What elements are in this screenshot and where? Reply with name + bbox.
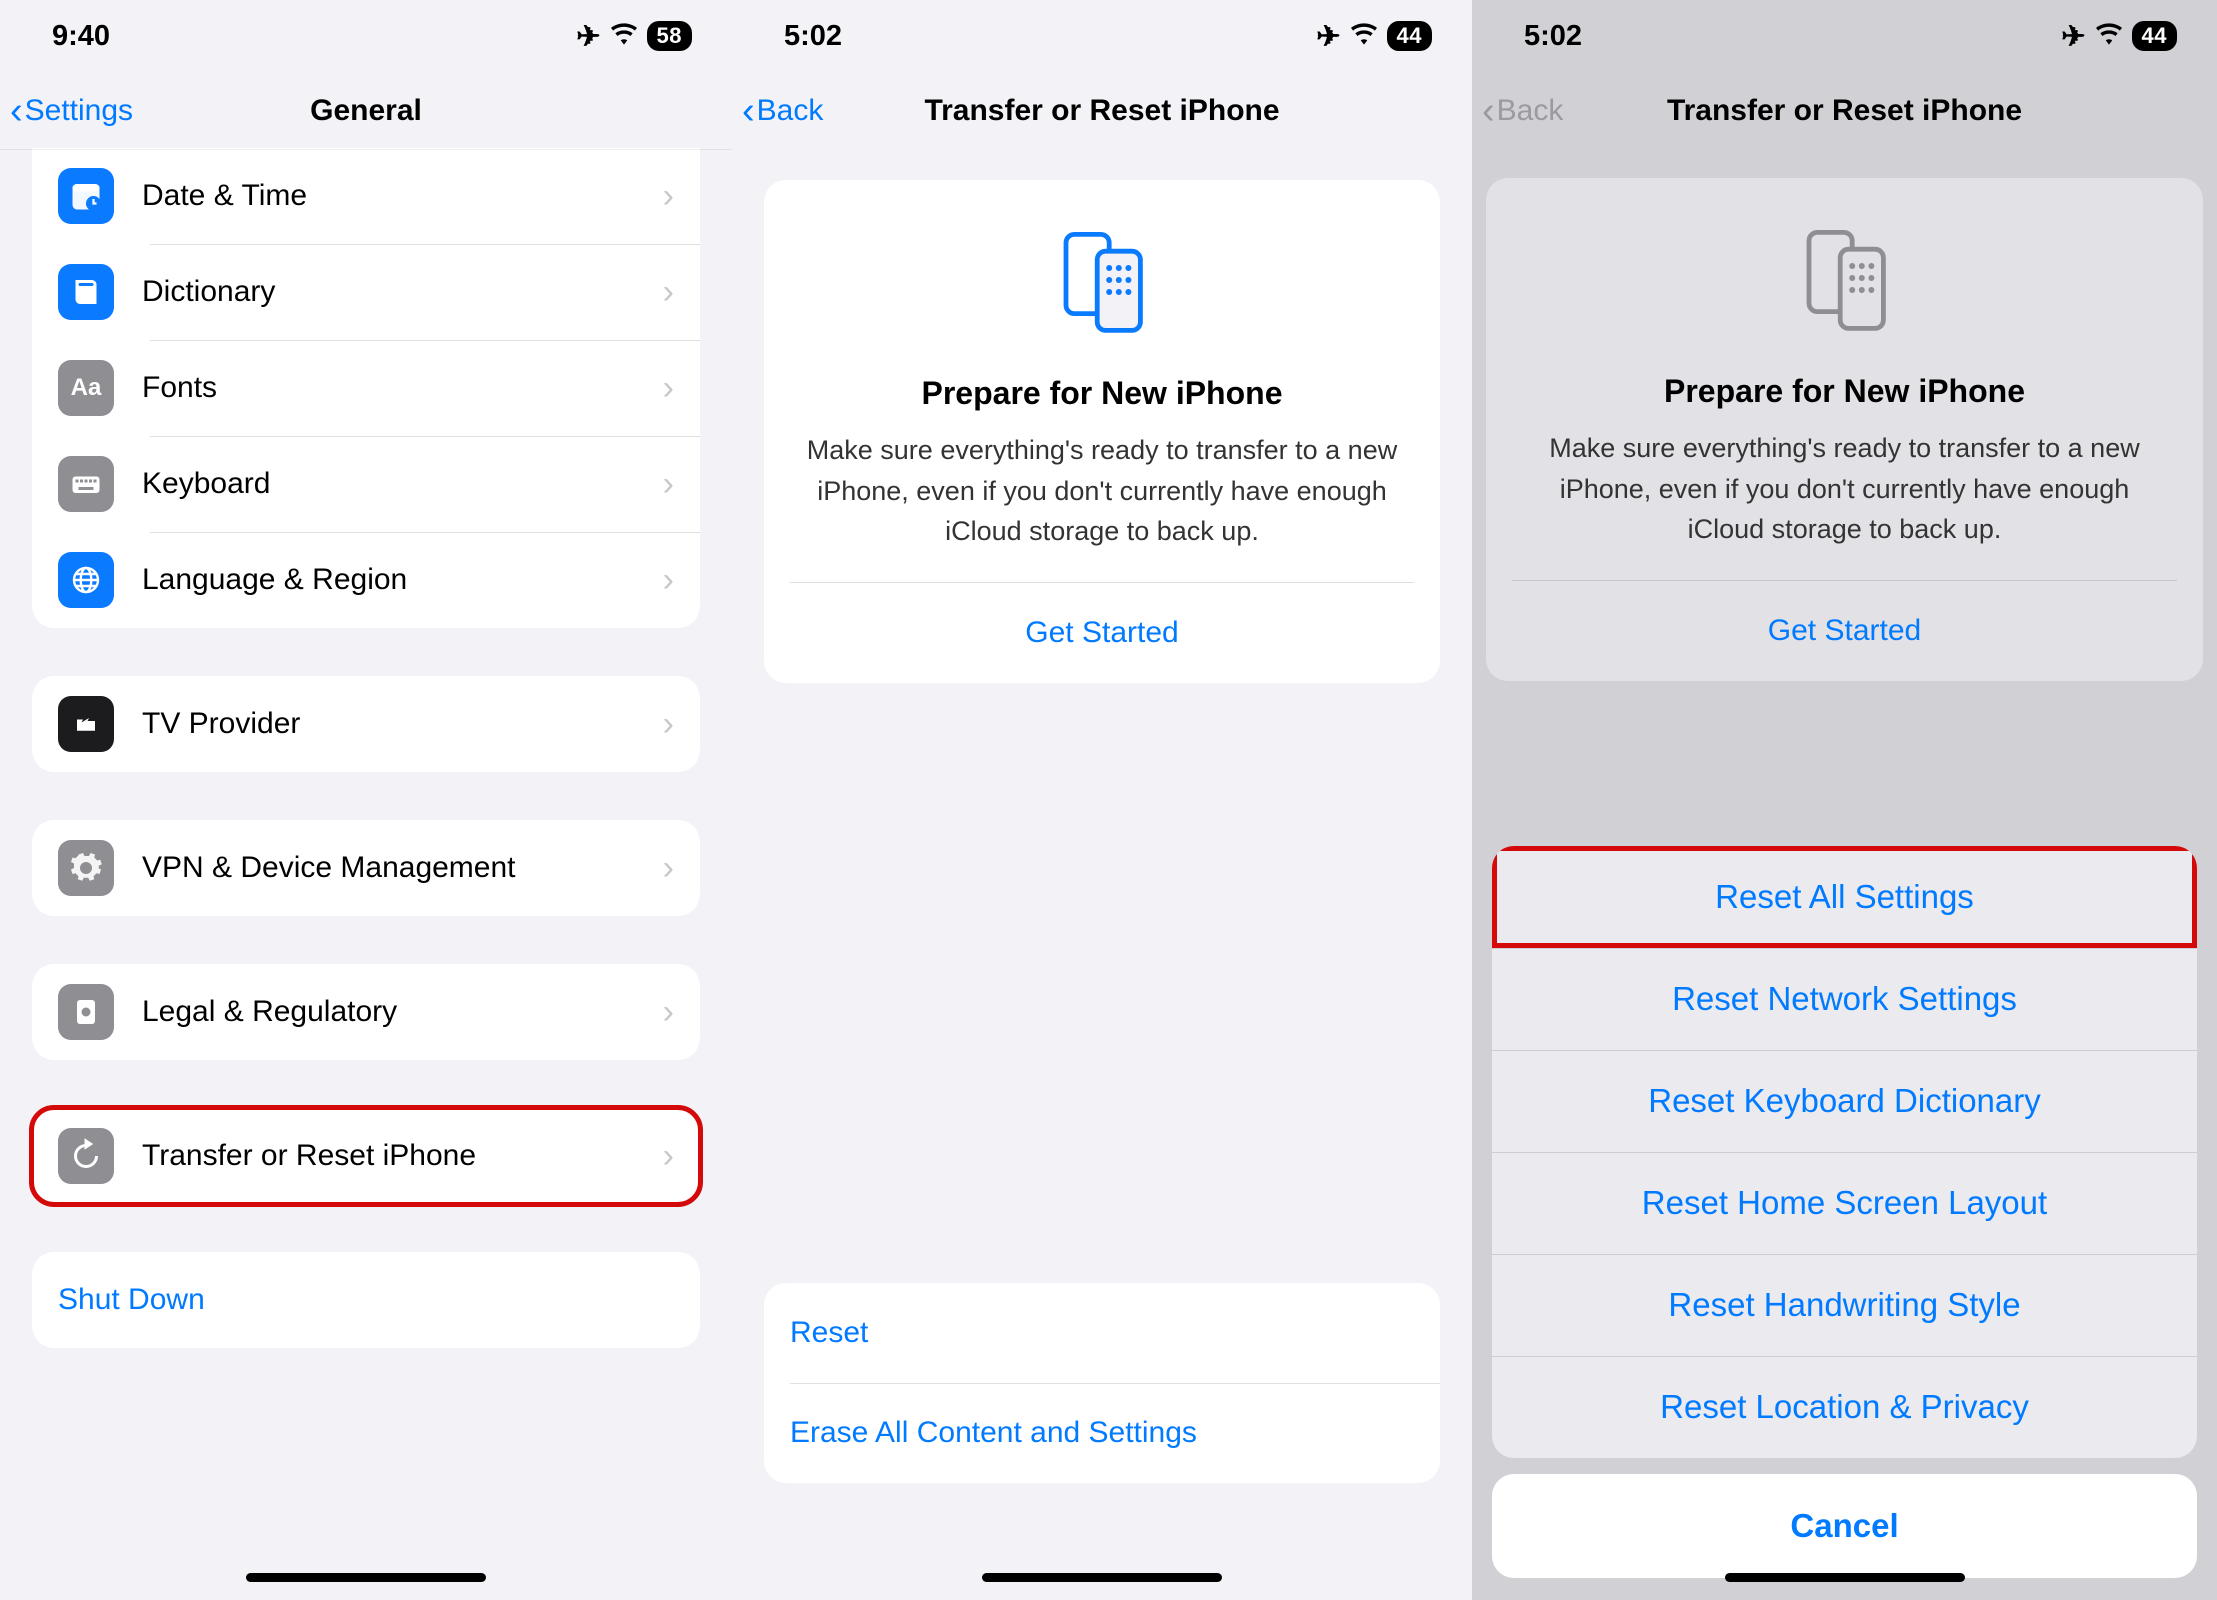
chevron-right-icon: › (663, 705, 674, 744)
row-tv-provider[interactable]: TV Provider › (32, 676, 700, 772)
option-label: Reset Handwriting Style (1668, 1286, 2020, 1324)
row-label: Legal & Regulatory (142, 995, 663, 1029)
row-label: Language & Region (142, 563, 663, 597)
home-indicator[interactable] (1725, 1573, 1965, 1582)
nav-back[interactable]: ‹ Back (742, 92, 823, 130)
row-label: Fonts (142, 371, 663, 405)
status-bar: 5:02 ✈︎ 44 (732, 0, 1472, 72)
chevron-right-icon: › (663, 177, 674, 216)
chevron-left-icon: ‹ (10, 92, 23, 130)
transfer-devices-icon (1042, 220, 1162, 340)
option-label: Reset Network Settings (1672, 980, 2017, 1018)
row-label: Transfer or Reset iPhone (142, 1139, 663, 1173)
reset-network-settings[interactable]: Reset Network Settings (1492, 948, 2197, 1050)
row-date-time[interactable]: Date & Time › (32, 148, 700, 244)
shutdown-label: Shut Down (58, 1283, 205, 1317)
reset-keyboard-dictionary[interactable]: Reset Keyboard Dictionary (1492, 1050, 2197, 1152)
home-indicator[interactable] (982, 1573, 1222, 1582)
nav-bar: ‹ Settings General (0, 72, 732, 150)
row-label: Date & Time (142, 179, 663, 213)
option-label: Reset All Settings (1715, 878, 1974, 916)
reset-label: Reset (790, 1316, 868, 1350)
status-bar: 9:40 ✈︎ 58 (0, 0, 732, 72)
reset-button[interactable]: Reset (764, 1283, 1440, 1383)
tv-provider-icon (58, 696, 114, 752)
wifi-icon (611, 23, 637, 49)
erase-all-button[interactable]: Erase All Content and Settings (764, 1383, 1440, 1483)
prepare-card: Prepare for New iPhone Make sure everyth… (764, 180, 1440, 683)
home-indicator[interactable] (246, 1573, 486, 1582)
wifi-icon (1351, 23, 1377, 49)
chevron-right-icon: › (663, 465, 674, 504)
chevron-left-icon: ‹ (742, 92, 755, 130)
nav-title: General (310, 94, 422, 128)
card-text: Make sure everything's ready to transfer… (800, 430, 1404, 552)
option-label: Reset Location & Privacy (1660, 1388, 2029, 1426)
screen-general: 9:40 ✈︎ 58 ‹ Settings General Date & Tim… (0, 0, 732, 1600)
battery-indicator: 58 (647, 21, 692, 51)
keyboard-icon (58, 456, 114, 512)
chevron-right-icon: › (663, 1137, 674, 1176)
reset-handwriting-style[interactable]: Reset Handwriting Style (1492, 1254, 2197, 1356)
action-sheet: Reset All Settings Reset Network Setting… (1472, 0, 2217, 1600)
chevron-right-icon: › (663, 993, 674, 1032)
nav-title: Transfer or Reset iPhone (924, 94, 1279, 128)
status-time: 9:40 (52, 20, 110, 53)
reset-all-settings[interactable]: Reset All Settings (1492, 846, 2197, 948)
nav-bar: ‹ Back Transfer or Reset iPhone (732, 72, 1472, 150)
chevron-right-icon: › (663, 561, 674, 600)
chevron-right-icon: › (663, 273, 674, 312)
row-dictionary[interactable]: Dictionary › (32, 244, 700, 340)
reset-actions-group: Reset Erase All Content and Settings (764, 1283, 1440, 1483)
cancel-label: Cancel (1790, 1507, 1898, 1545)
status-indicators: ✈︎ 58 (576, 19, 692, 54)
row-label: Keyboard (142, 467, 663, 501)
nav-back-label: Settings (25, 94, 133, 128)
get-started-button[interactable]: Get Started (764, 583, 1440, 683)
battery-indicator: 44 (1387, 21, 1432, 51)
nav-back-label: Back (757, 94, 824, 128)
book-icon (58, 264, 114, 320)
chevron-right-icon: › (663, 369, 674, 408)
option-label: Reset Keyboard Dictionary (1648, 1082, 2041, 1120)
status-indicators: ✈︎ 44 (1316, 19, 1432, 54)
shutdown-button[interactable]: Shut Down (32, 1252, 700, 1348)
airplane-icon: ✈︎ (1316, 19, 1340, 54)
screen-transfer-reset: 5:02 ✈︎ 44 ‹ Back Transfer or Reset iPho… (732, 0, 1472, 1600)
fonts-icon: Aa (58, 360, 114, 416)
globe-icon (58, 552, 114, 608)
airplane-icon: ✈︎ (576, 19, 600, 54)
cta-label: Get Started (1025, 616, 1178, 650)
row-vpn[interactable]: VPN & Device Management › (32, 820, 700, 916)
nav-back-settings[interactable]: ‹ Settings (10, 92, 133, 130)
certificate-icon (58, 984, 114, 1040)
option-label: Reset Home Screen Layout (1642, 1184, 2047, 1222)
row-label: VPN & Device Management (142, 851, 663, 885)
reset-location-privacy[interactable]: Reset Location & Privacy (1492, 1356, 2197, 1458)
row-label: Dictionary (142, 275, 663, 309)
gear-icon (58, 840, 114, 896)
settings-list: Date & Time › Dictionary › Aa Fonts › Ke… (0, 150, 732, 1600)
reset-icon (58, 1128, 114, 1184)
calendar-clock-icon (58, 168, 114, 224)
row-keyboard[interactable]: Keyboard › (32, 436, 700, 532)
cancel-button[interactable]: Cancel (1492, 1474, 2197, 1578)
row-language-region[interactable]: Language & Region › (32, 532, 700, 628)
row-legal[interactable]: Legal & Regulatory › (32, 964, 700, 1060)
card-title: Prepare for New iPhone (800, 375, 1404, 412)
erase-label: Erase All Content and Settings (790, 1416, 1197, 1450)
row-label: TV Provider (142, 707, 663, 741)
screen-reset-sheet: 5:02 ✈︎ 44 ‹ Back Transfer or Reset iPho… (1472, 0, 2217, 1600)
reset-home-screen-layout[interactable]: Reset Home Screen Layout (1492, 1152, 2197, 1254)
chevron-right-icon: › (663, 849, 674, 888)
row-transfer-reset[interactable]: Transfer or Reset iPhone › (32, 1108, 700, 1204)
row-fonts[interactable]: Aa Fonts › (32, 340, 700, 436)
status-time: 5:02 (784, 20, 842, 53)
reset-options-list: Reset All Settings Reset Network Setting… (1492, 846, 2197, 1458)
